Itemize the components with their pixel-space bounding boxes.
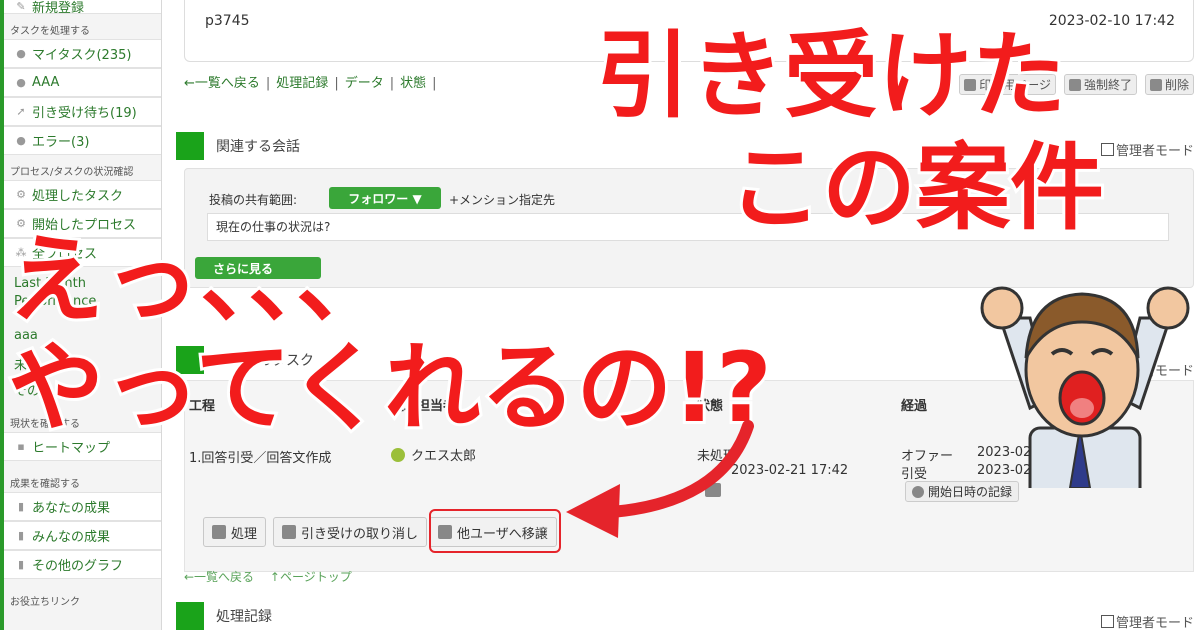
- clock-icon: [912, 485, 924, 498]
- bottom-links: ←一覧へ戻る ↑ページトップ: [184, 568, 352, 585]
- process-button-label: 処理: [231, 526, 258, 542]
- checkbox-icon[interactable]: [1100, 615, 1114, 628]
- sidebar-item-label: みんなの成果: [32, 530, 111, 545]
- sidebar-item-error[interactable]: ● エラー(3): [4, 126, 161, 155]
- offer-label: オファー: [901, 449, 954, 464]
- transfer-highlight-ring: [429, 509, 561, 553]
- admin-mode-label: 管理者モード: [1115, 616, 1194, 631]
- sidebar-item-label: マイタスク(235): [32, 48, 132, 63]
- user-icon: [391, 447, 405, 462]
- cancel-accept-button[interactable]: 引き受けの取り消し: [273, 517, 428, 547]
- gear-icon: ⚙: [16, 188, 26, 201]
- sidebar-item-label: AAA: [32, 75, 60, 90]
- speech-icon: ●: [16, 47, 26, 60]
- task-step: 1.回答引受／回答文作成: [189, 451, 332, 466]
- delete-button[interactable]: 削除: [1144, 74, 1194, 95]
- sidebar-item-my-tasks[interactable]: ● マイタスク(235): [4, 39, 161, 68]
- admin-mode-label: 管理者モード: [1115, 144, 1194, 159]
- sidebar-section-links: お役立ちリンク: [10, 597, 80, 608]
- share-scope-dropdown[interactable]: フォロワー ▼: [329, 187, 441, 209]
- status-link[interactable]: 状態: [400, 76, 426, 91]
- overlay-caption-line1: 引き受けた: [593, 22, 1069, 131]
- overlay-caption-line3: えっ、、、: [5, 224, 395, 336]
- nav-separator: |: [432, 76, 437, 91]
- section-marker: [176, 602, 204, 630]
- speech-icon: ●: [16, 134, 26, 147]
- sidebar-section-tasks: タスクを処理する: [10, 26, 90, 37]
- pointer-arrow-icon: [566, 420, 754, 538]
- nav-separator: |: [389, 76, 395, 91]
- sidebar-item-label: あなたの成果: [32, 501, 111, 516]
- nav-links: ←一覧へ戻る | 処理記録 | データ | 状態 |: [184, 72, 443, 91]
- conversation-admin-mode[interactable]: 管理者モード: [1100, 140, 1194, 159]
- close-icon: [1068, 78, 1081, 91]
- sidebar-section-status: プロセス/タスクの状況確認: [10, 167, 134, 178]
- history-admin-mode[interactable]: 管理者モード: [1100, 612, 1194, 631]
- sidebar-section-results: 成果を確認する: [10, 479, 80, 490]
- sidebar-item-other-graphs[interactable]: ▮ その他のグラフ: [4, 550, 161, 579]
- delete-icon: [1149, 78, 1162, 91]
- overlay-caption-line2: この案件: [725, 134, 1107, 243]
- sidebar-item-new[interactable]: ✎ 新規登録: [4, 0, 161, 16]
- sidebar-item-label: 処理したタスク: [32, 189, 124, 204]
- sidebar-item-label: 引き受け待ち(19): [32, 106, 137, 121]
- data-link[interactable]: データ: [345, 76, 384, 91]
- cheering-man-illustration: [980, 286, 1190, 488]
- conversation-title: 関連する会話: [216, 139, 300, 155]
- record-link[interactable]: 処理記録: [276, 76, 328, 91]
- delete-label: 削除: [1164, 78, 1189, 92]
- process-button[interactable]: 処理: [203, 517, 267, 547]
- accept-label: 引受: [901, 467, 928, 482]
- sidebar-item-your-results[interactable]: ▮ あなたの成果: [4, 492, 161, 521]
- back-to-list-link[interactable]: ←一覧へ戻る: [184, 76, 260, 91]
- history-title: 処理記録: [216, 609, 272, 625]
- share-scope-label: 投稿の共有範囲:: [209, 193, 298, 207]
- pencil-icon: ✎: [16, 0, 26, 13]
- process-icon: [212, 525, 226, 539]
- mention-link[interactable]: +メンション指定先: [449, 191, 555, 208]
- sidebar-item-label: 新規登録: [32, 1, 85, 16]
- cancel-accept-label: 引き受けの取り消し: [301, 526, 419, 542]
- sidebar-item-waiting[interactable]: ➚ 引き受け待ち(19): [4, 97, 161, 126]
- force-end-label: 強制終了: [1083, 78, 1132, 92]
- sidebar-item-aaa[interactable]: ● AAA: [4, 68, 161, 97]
- sidebar-item-label: エラー(3): [32, 135, 90, 150]
- assignee-name: クエス太郎: [411, 449, 477, 464]
- force-end-button[interactable]: 強制終了: [1063, 74, 1137, 95]
- process-date: 2023-02-10 17:42: [1048, 13, 1175, 29]
- sidebar-item-processed[interactable]: ⚙ 処理したタスク: [4, 180, 161, 209]
- sidebar-item-everyone-results[interactable]: ▮ みんなの成果: [4, 521, 161, 550]
- col-header-elapsed: 経過: [901, 399, 928, 414]
- bottom-back-link[interactable]: ←一覧へ戻る: [184, 570, 254, 584]
- bar-chart-icon: ▮: [17, 500, 25, 513]
- section-marker: [176, 132, 204, 160]
- bar-chart-icon: ▮: [17, 529, 25, 542]
- sidebar-item-label: その他のグラフ: [32, 559, 124, 574]
- task-assignee[interactable]: クエス太郎: [391, 445, 476, 464]
- speech-icon: ●: [16, 76, 26, 89]
- cancel-icon: [282, 525, 296, 539]
- bar-chart-icon: ▮: [17, 558, 25, 571]
- page-top-link[interactable]: ↑ページトップ: [270, 570, 352, 584]
- arrow-icon: ➚: [16, 105, 26, 118]
- nav-separator: |: [334, 76, 339, 91]
- nav-separator: |: [265, 76, 271, 91]
- process-id: p3745: [205, 13, 250, 29]
